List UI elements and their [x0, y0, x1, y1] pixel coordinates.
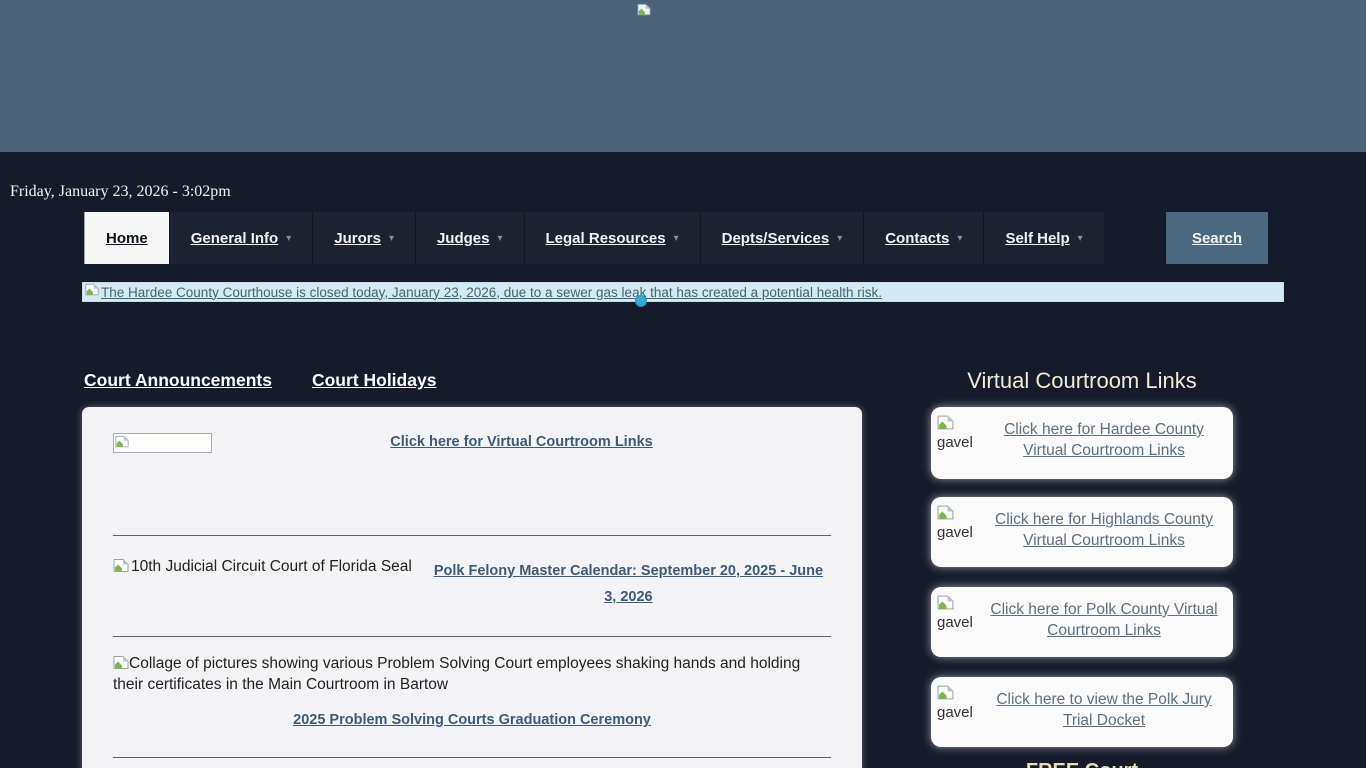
divider	[113, 757, 831, 758]
chevron-down-icon: ▾	[957, 233, 962, 244]
alert-banner: The Hardee County Courthouse is closed t…	[82, 282, 1284, 302]
nav-item-self-help[interactable]: Self Help ▾	[983, 212, 1103, 264]
image-alt-text: gavel	[937, 705, 983, 720]
image-alt-text: gavel	[937, 525, 983, 540]
nav-label: General Info	[191, 230, 279, 247]
broken-image-icon	[937, 505, 954, 523]
announcement-link-virtual-courtroom[interactable]: Click here for Virtual Courtroom Links	[390, 434, 652, 450]
main-navigation: Home General Info ▾ Jurors ▾ Judges ▾ Le…	[84, 212, 1268, 264]
image-alt-text: Collage of pictures showing various Prob…	[113, 655, 800, 693]
chevron-down-icon: ▾	[389, 233, 394, 244]
hardee-virtual-courtroom-link[interactable]: Click here for Hardee County Virtual Cou…	[984, 419, 1224, 461]
announcement-link-felony-calendar[interactable]: Polk Felony Master Calendar: September 2…	[426, 558, 831, 610]
image-alt-text: 10th Judicial Circuit Court of Florida S…	[131, 558, 412, 576]
broken-image-alt: gavel	[937, 685, 983, 720]
current-datetime: Friday, January 23, 2026 - 3:02pm	[10, 183, 231, 201]
site-header-banner	[0, 0, 1366, 152]
broken-image-alt: gavel	[937, 595, 983, 630]
nav-item-contacts[interactable]: Contacts ▾	[863, 212, 983, 264]
nav-item-depts-services[interactable]: Depts/Services ▾	[700, 212, 864, 264]
broken-image-placeholder	[113, 433, 212, 453]
virtual-courtroom-card-hardee[interactable]: gavel Click here for Hardee County Virtu…	[931, 407, 1233, 479]
virtual-courtroom-card-polk[interactable]: gavel Click here for Polk County Virtual…	[931, 587, 1233, 657]
announcements-card: Click here for Virtual Courtroom Links 1…	[82, 407, 862, 768]
virtual-courtroom-card-highlands[interactable]: gavel Click here for Highlands County Vi…	[931, 497, 1233, 567]
nav-item-home[interactable]: Home	[84, 212, 169, 264]
section-tabs: Court Announcements Court Holidays	[84, 370, 436, 391]
page: Friday, January 23, 2026 - 3:02pm Home G…	[0, 0, 1366, 768]
nav-label: Judges	[437, 230, 490, 247]
sidebar-heading-partial: FREE Court	[931, 760, 1233, 768]
carousel-indicator-dot[interactable]	[635, 295, 647, 307]
polk-virtual-courtroom-link[interactable]: Click here for Polk County Virtual Court…	[984, 599, 1224, 641]
broken-image-icon	[85, 283, 99, 301]
image-alt-text: gavel	[937, 435, 983, 450]
polk-jury-trial-docket-link[interactable]: Click here to view the Polk Jury Trial D…	[984, 689, 1224, 731]
broken-image-icon	[937, 685, 954, 703]
broken-image-alt: gavel	[937, 505, 983, 540]
broken-image-alt: gavel	[937, 415, 983, 450]
nav-label: Depts/Services	[722, 230, 830, 247]
nav-item-legal-resources[interactable]: Legal Resources ▾	[524, 212, 700, 264]
broken-image-icon	[113, 653, 129, 674]
broken-image-icon	[637, 3, 651, 16]
alert-link[interactable]: The Hardee County Courthouse is closed t…	[101, 285, 882, 300]
announcement-link-graduation-ceremony[interactable]: 2025 Problem Solving Courts Graduation C…	[293, 712, 651, 728]
broken-image-icon	[937, 415, 954, 433]
broken-image-icon	[937, 595, 954, 613]
nav-item-general-info[interactable]: General Info ▾	[169, 212, 313, 264]
broken-image-alt: 10th Judicial Circuit Court of Florida S…	[113, 558, 412, 578]
virtual-courtroom-card-jury-docket[interactable]: gavel Click here to view the Polk Jury T…	[931, 677, 1233, 747]
sidebar-heading: Virtual Courtroom Links	[931, 368, 1233, 394]
image-alt-text: gavel	[937, 615, 983, 630]
tab-court-announcements[interactable]: Court Announcements	[84, 370, 272, 391]
search-label: Search	[1192, 230, 1242, 247]
chevron-down-icon: ▾	[837, 233, 842, 244]
nav-label: Jurors	[334, 230, 381, 247]
nav-label: Legal Resources	[546, 230, 666, 247]
highlands-virtual-courtroom-link[interactable]: Click here for Highlands County Virtual …	[984, 509, 1224, 551]
chevron-down-icon: ▾	[1078, 233, 1083, 244]
search-button[interactable]: Search	[1166, 212, 1268, 264]
tab-court-holidays[interactable]: Court Holidays	[312, 370, 436, 391]
nav-label: Contacts	[885, 230, 949, 247]
nav-label: Home	[106, 230, 148, 247]
announcement-item: 10th Judicial Circuit Court of Florida S…	[113, 536, 831, 636]
nav-item-judges[interactable]: Judges ▾	[415, 212, 524, 264]
nav-item-jurors[interactable]: Jurors ▾	[312, 212, 415, 264]
chevron-down-icon: ▾	[286, 233, 291, 244]
announcement-item: Click here for Virtual Courtroom Links	[113, 433, 831, 535]
chevron-down-icon: ▾	[497, 233, 502, 244]
broken-image-icon	[113, 558, 129, 578]
broken-image-alt: Collage of pictures showing various Prob…	[113, 653, 831, 695]
chevron-down-icon: ▾	[674, 233, 679, 244]
announcement-item: Collage of pictures showing various Prob…	[113, 637, 831, 757]
nav-label: Self Help	[1005, 230, 1069, 247]
